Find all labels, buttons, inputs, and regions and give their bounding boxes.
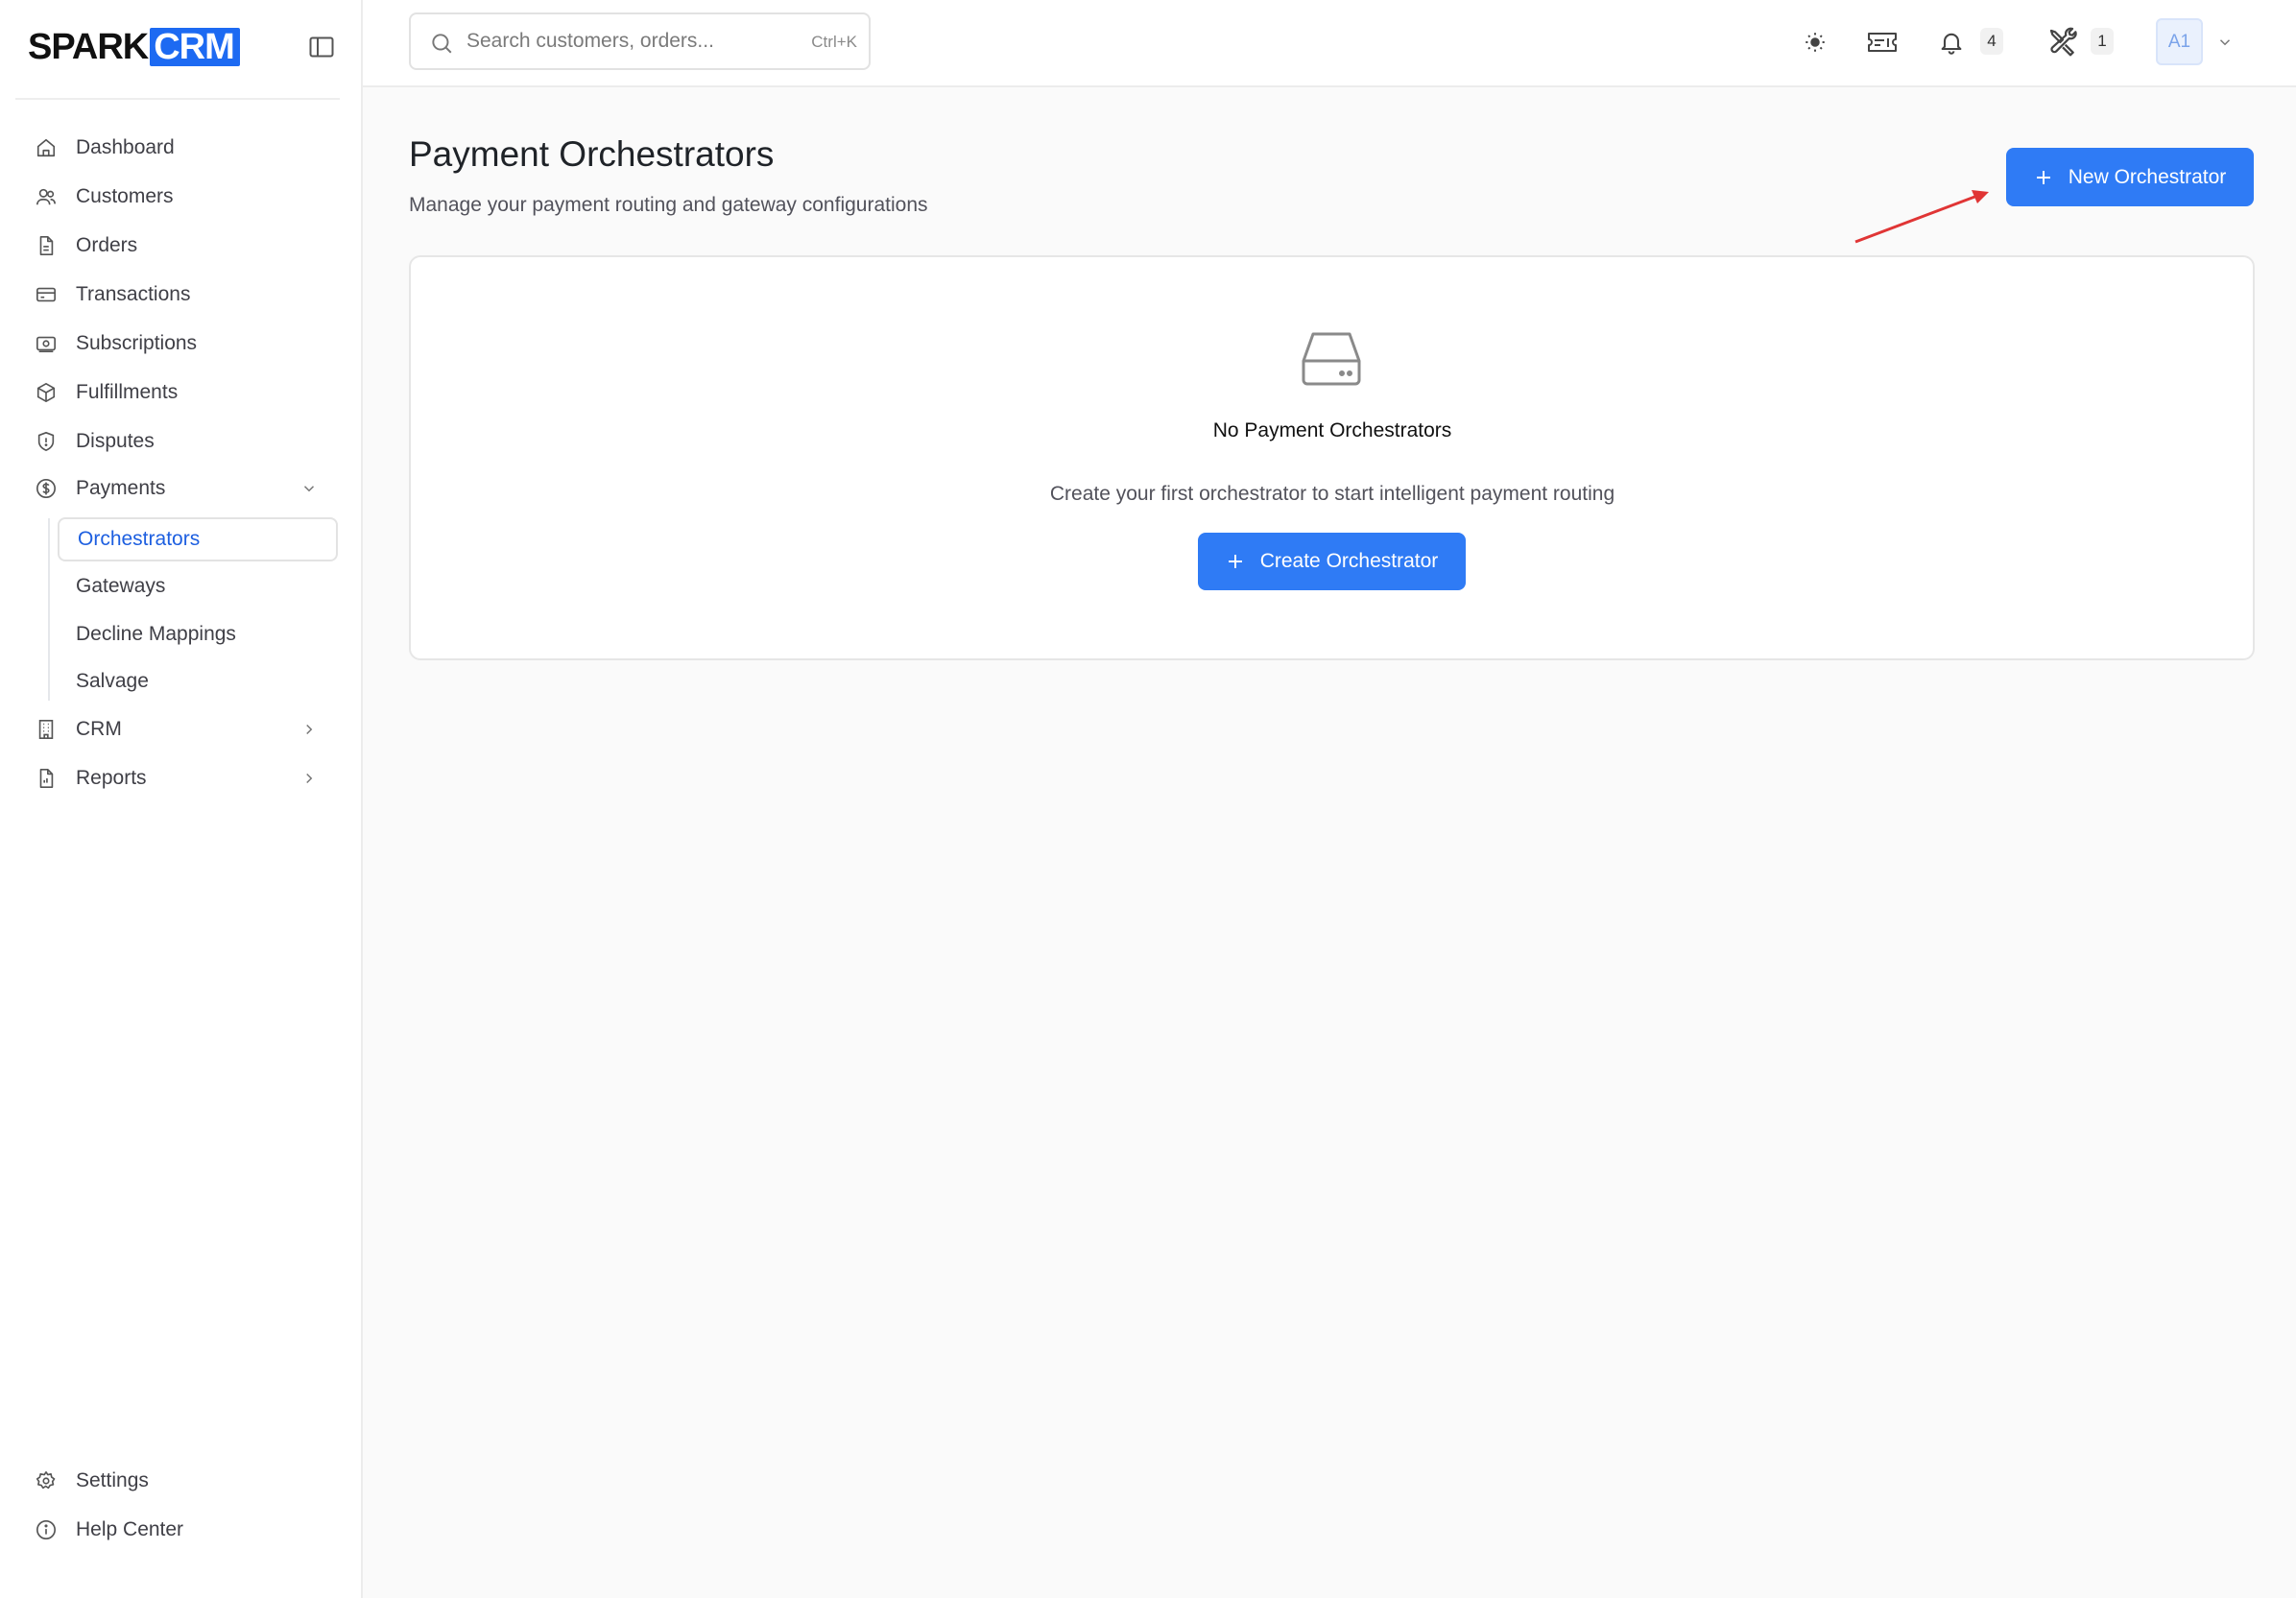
sidebar-divider (15, 98, 340, 100)
credit-card-icon (35, 283, 58, 306)
sidebar-subitem-label: Gateways (76, 575, 166, 597)
search-shortcut-hint: Ctrl+K (811, 33, 857, 51)
logo[interactable]: SPARK CRM (28, 27, 339, 67)
sidebar-item-transactions[interactable]: Transactions (35, 275, 338, 314)
home-icon (35, 136, 58, 159)
sidebar-item-label: Orders (76, 234, 138, 256)
tools-button[interactable] (2044, 23, 2082, 61)
gear-icon (35, 1469, 58, 1492)
plus-icon (1226, 552, 1245, 571)
building-icon (35, 718, 58, 741)
sidebar-item-disputes[interactable]: Disputes (35, 422, 338, 461)
shield-icon (35, 430, 58, 453)
sidebar-item-payments[interactable]: Payments (35, 469, 338, 508)
sidebar-item-settings[interactable]: Settings (35, 1462, 338, 1500)
sidebar-item-customers[interactable]: Customers (35, 178, 338, 216)
sidebar-item-subscriptions[interactable]: Subscriptions (35, 324, 338, 363)
sidebar-item-label: Transactions (76, 283, 191, 305)
sidebar-item-dashboard[interactable]: Dashboard (35, 129, 338, 167)
sidebar-item-label: Reports (76, 767, 147, 789)
sidebar-subitem-decline-mappings[interactable]: Decline Mappings (58, 612, 338, 656)
avatar[interactable]: A1 (2156, 18, 2203, 65)
banknote-icon (35, 332, 58, 355)
sidebar-item-label: Help Center (76, 1518, 184, 1540)
sidebar-item-crm[interactable]: CRM (35, 710, 338, 749)
search-box[interactable]: Ctrl+K (409, 12, 871, 70)
logo-text-crm: CRM (150, 28, 240, 66)
hard-drive-icon (1300, 330, 1363, 393)
sun-icon (1806, 33, 1825, 52)
sidebar: SPARK CRM Dashboard Customers Orders Tra… (0, 0, 363, 1598)
sidebar-item-label: Settings (76, 1469, 149, 1491)
sidebar-item-label: CRM (76, 718, 122, 740)
top-bar: Ctrl+K 4 1 A1 (363, 0, 2296, 87)
create-orchestrator-button[interactable]: Create Orchestrator (1198, 533, 1466, 590)
chevron-down-icon[interactable] (2213, 31, 2236, 54)
tickets-button[interactable] (1863, 23, 1901, 61)
sidebar-subitem-label: Orchestrators (78, 528, 201, 550)
sidebar-item-orders[interactable]: Orders (35, 227, 338, 265)
sidebar-item-reports[interactable]: Reports (35, 759, 338, 798)
sidebar-subitem-orchestrators[interactable]: Orchestrators (58, 517, 338, 561)
sidebar-subitem-label: Decline Mappings (76, 623, 236, 645)
logo-text-spark: SPARK (28, 27, 149, 67)
search-icon (429, 31, 454, 60)
plus-icon (2034, 168, 2053, 187)
empty-state-description: Create your first orchestrator to start … (1049, 483, 1615, 505)
new-orchestrator-button[interactable]: New Orchestrator (2006, 148, 2254, 206)
report-file-icon (35, 767, 58, 790)
tools-count-badge: 1 (2091, 28, 2114, 55)
tools-icon (2049, 27, 2077, 57)
users-icon (35, 185, 58, 208)
theme-toggle-button[interactable] (1796, 23, 1834, 61)
file-icon (35, 234, 58, 257)
sidebar-item-label: Subscriptions (76, 332, 198, 354)
sidebar-item-label: Dashboard (76, 136, 175, 158)
sidebar-subitem-salvage[interactable]: Salvage (58, 659, 338, 704)
ticket-icon (1868, 33, 1897, 52)
submenu-guide-line (48, 518, 50, 701)
sidebar-item-label: Customers (76, 185, 174, 207)
notifications-button[interactable] (1932, 23, 1971, 61)
sidebar-item-label: Payments (76, 477, 166, 499)
bell-icon (1941, 33, 1962, 55)
notifications-count-badge: 4 (1980, 28, 2003, 55)
chevron-right-icon (298, 767, 321, 790)
chevron-right-icon (298, 718, 321, 741)
panel-left-icon (309, 36, 334, 58)
sidebar-item-fulfillments[interactable]: Fulfillments (35, 373, 338, 412)
new-orchestrator-label: New Orchestrator (2068, 165, 2227, 188)
dollar-circle-icon (35, 477, 58, 500)
package-icon (35, 381, 58, 404)
annotation-arrow (1854, 190, 1989, 244)
empty-state-card (409, 255, 2255, 660)
info-icon (35, 1518, 58, 1541)
sidebar-item-label: Disputes (76, 430, 155, 452)
sidebar-item-label: Fulfillments (76, 381, 179, 403)
search-input[interactable] (466, 26, 783, 57)
sidebar-item-help-center[interactable]: Help Center (35, 1511, 338, 1549)
empty-state-title: No Payment Orchestrators (1212, 419, 1452, 441)
sidebar-toggle-button[interactable] (307, 35, 336, 60)
page-subtitle: Manage your payment routing and gateway … (409, 194, 928, 216)
page-title: Payment Orchestrators (409, 134, 775, 174)
create-orchestrator-label: Create Orchestrator (1259, 550, 1439, 572)
sidebar-subitem-gateways[interactable]: Gateways (58, 564, 338, 608)
sidebar-subitem-label: Salvage (76, 670, 149, 692)
chevron-down-icon (298, 477, 321, 500)
